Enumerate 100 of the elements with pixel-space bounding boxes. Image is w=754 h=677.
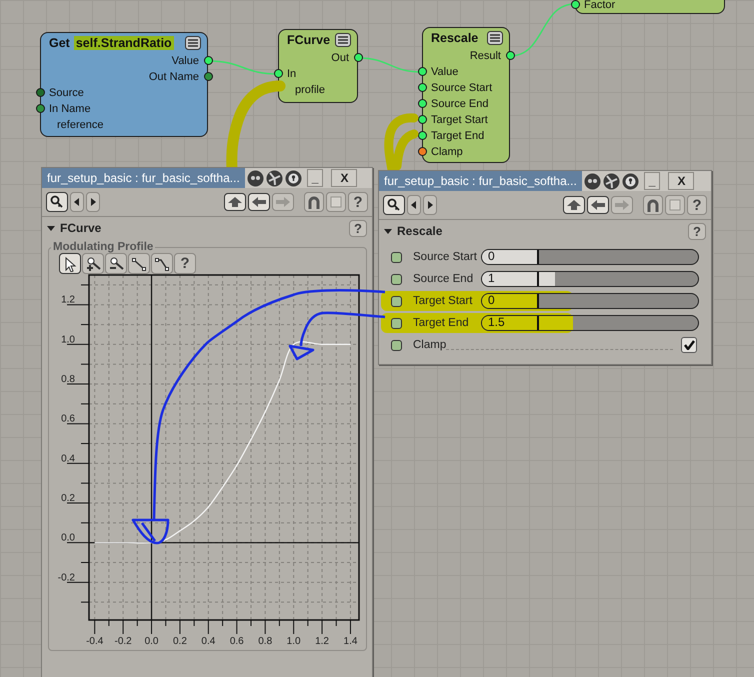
magnet-button[interactable] (643, 195, 663, 215)
node-title: FCurve (287, 33, 330, 47)
previous-button[interactable] (70, 192, 84, 212)
animation-key-box[interactable] (391, 274, 402, 284)
port-dot[interactable] (36, 104, 44, 112)
minimize-button[interactable]: _ (644, 172, 660, 190)
left-arrow-button[interactable] (248, 193, 270, 211)
port-dot[interactable] (570, 0, 580, 8)
right-triangle-icon (426, 201, 434, 209)
curve-tool-button[interactable] (82, 253, 104, 274)
x-tick-label: 1.4 (344, 636, 358, 647)
output-port-label: Value (172, 55, 199, 67)
left-arrow-button[interactable] (587, 196, 609, 214)
x-tick-label: 1.0 (286, 636, 301, 647)
slider-field[interactable]: 1.5 (481, 315, 699, 331)
input-port-label: Factor (584, 0, 616, 11)
parameter-label: Source Start (413, 251, 478, 263)
port-dot[interactable] (418, 146, 426, 156)
port-dot[interactable] (418, 66, 426, 76)
y-tick-label: -0.2 (58, 572, 75, 584)
parameter-label: Target Start (413, 295, 474, 307)
output-port-label: Out Name (148, 71, 199, 83)
port-dot[interactable] (418, 98, 426, 108)
help-button[interactable]: ? (349, 220, 367, 236)
key-button[interactable] (46, 192, 68, 212)
slider-field[interactable]: 0 (481, 249, 699, 265)
node-card[interactable]: FCurve Out In profile (278, 29, 358, 103)
keyhole-icon[interactable] (284, 170, 302, 186)
curve-tool-button[interactable] (151, 253, 173, 274)
curve-tool-button[interactable] (105, 253, 127, 274)
left-triangle-icon (410, 201, 418, 209)
value-text: 1 (488, 272, 495, 285)
checkbox[interactable] (681, 337, 697, 353)
input-port-label: Source End (431, 98, 488, 110)
right-triangle-icon (89, 198, 97, 206)
node-title: Get (49, 36, 70, 50)
close-button[interactable]: X (331, 169, 358, 187)
slider-field[interactable]: 1 (481, 271, 699, 287)
magnet-button[interactable] (304, 192, 324, 212)
value-text: 1.5 (488, 316, 505, 329)
next-button[interactable] (86, 192, 100, 212)
up-arrow-button[interactable] (224, 193, 246, 211)
input-port-label: Source (49, 87, 84, 99)
section-title[interactable]: FCurve (60, 221, 102, 235)
key-icon (387, 198, 401, 212)
close-button[interactable]: X (668, 172, 694, 190)
y-tick-label: 0.6 (61, 414, 75, 425)
eyes-icon[interactable] (584, 172, 601, 190)
node-title: Rescale (431, 31, 478, 45)
checkmark-icon (684, 340, 694, 350)
spiral-icon[interactable] (602, 172, 620, 190)
x-tick-label: -0.4 (86, 636, 104, 647)
input-port-label: Target Start (431, 114, 488, 126)
square-icon (669, 199, 681, 211)
up-arrow-button[interactable] (563, 196, 585, 214)
port-dot[interactable] (274, 68, 282, 78)
keyhole-icon[interactable] (622, 172, 639, 190)
left-arrow-icon (252, 197, 266, 207)
node-card[interactable]: Factor (575, 0, 725, 14)
node-reference: self.StrandRatio (74, 36, 174, 50)
input-port-label: Source Start (431, 82, 492, 94)
section-title[interactable]: Rescale (397, 224, 442, 238)
help-button[interactable]: ? (348, 192, 368, 212)
menu-icon[interactable] (185, 36, 201, 50)
eyes-icon[interactable] (246, 170, 264, 186)
help-button[interactable]: ? (687, 195, 707, 215)
menu-icon[interactable] (487, 31, 503, 45)
left-arrow-icon (591, 200, 605, 210)
animation-key-box[interactable] (391, 340, 402, 350)
spiral-icon[interactable] (266, 170, 283, 186)
slider-field[interactable]: 0 (481, 293, 699, 309)
x-tick-label: 0.2 (173, 636, 187, 647)
key-button[interactable] (383, 195, 405, 215)
curve-line[interactable] (94, 341, 350, 544)
node-card[interactable]: Rescale Result Value Source Start Source End Target Start Target End Clamp (422, 27, 510, 163)
animation-key-box[interactable] (391, 252, 402, 262)
curve-tool-button[interactable] (128, 253, 150, 274)
previous-button[interactable] (407, 195, 421, 215)
window-title: fur_setup_basic : fur_basic_softha... (42, 168, 245, 188)
node-card[interactable]: Get self.StrandRatio Value Out Name Source In Name reference (40, 32, 208, 137)
fcurve-chart[interactable]: -0.2 0.0 0.2 0.4 0.6 0.8 1.0 1.2 -0.4 -0.2 0.0 0.2 0.4 0.6 0.8 1.0 1.2 1.4 (52, 274, 364, 648)
input-port-label: Target End (431, 130, 484, 142)
x-tick-label: 1.2 (315, 636, 329, 647)
help-button[interactable]: ? (174, 253, 196, 274)
next-button[interactable] (423, 195, 437, 215)
node-footer-label: profile (295, 84, 325, 96)
menu-icon[interactable] (335, 33, 351, 47)
parameter-label: Target End (413, 317, 470, 329)
y-tick-label: 0.2 (61, 493, 75, 504)
value-text: 0 (488, 250, 495, 263)
curve-tool-button[interactable] (59, 253, 81, 274)
x-tick-label: 0.4 (201, 636, 216, 647)
port-dot[interactable] (36, 88, 44, 96)
step-tangent-icon (154, 256, 170, 272)
help-button[interactable]: ? (688, 222, 706, 240)
up-arrow-icon (228, 197, 242, 207)
port-dot[interactable] (418, 82, 426, 92)
y-tick-label: 1.2 (61, 294, 75, 306)
minimize-button[interactable]: _ (306, 169, 324, 187)
input-port-label: In (287, 68, 296, 80)
